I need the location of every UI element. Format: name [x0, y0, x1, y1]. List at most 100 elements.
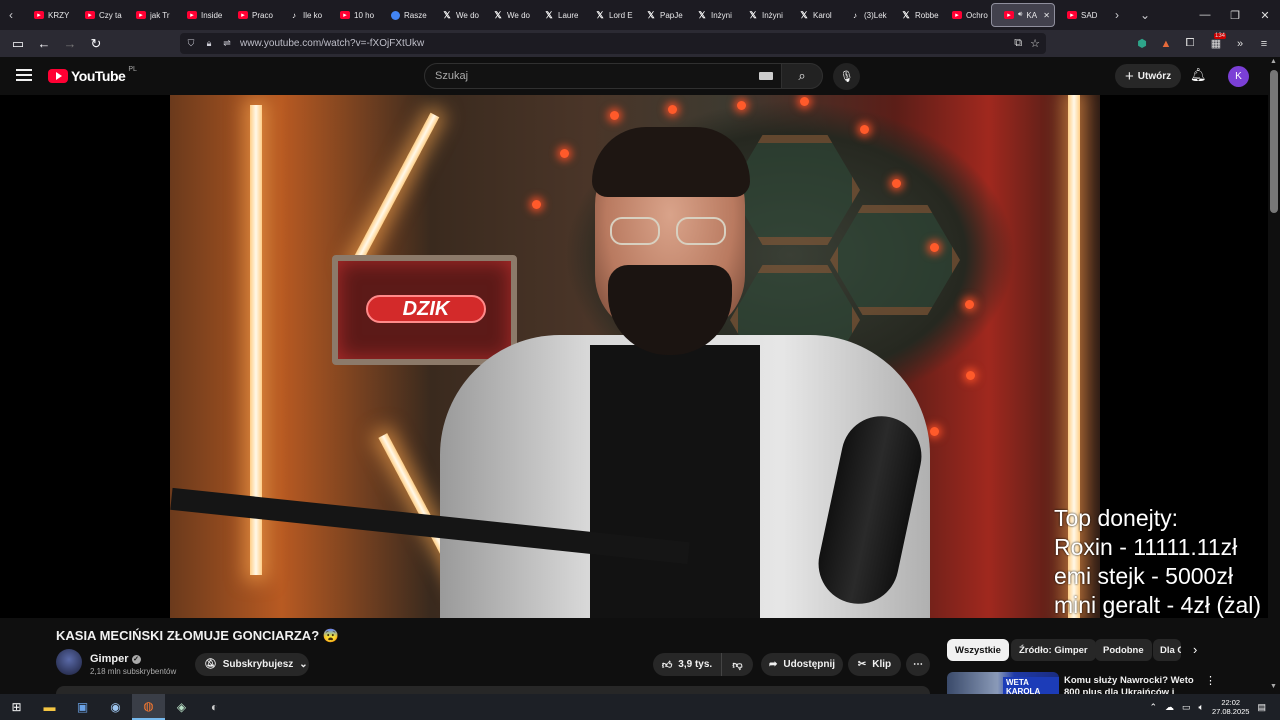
- guide-menu-icon[interactable]: [16, 69, 32, 81]
- tracking-shield-icon[interactable]: ⛉: [184, 37, 198, 51]
- channel-avatar[interactable]: [56, 649, 82, 675]
- extensions-puzzle-icon[interactable]: ⧠: [1180, 33, 1200, 54]
- steam-icon[interactable]: ◉: [99, 694, 132, 720]
- youtube-icon: ▸: [136, 11, 146, 19]
- browser-tab[interactable]: 𝕏 PapJe: [634, 3, 685, 27]
- scroll-up-arrow-icon[interactable]: ▲: [1270, 58, 1277, 65]
- firefox-icon[interactable]: ◍: [132, 694, 165, 720]
- video-player[interactable]: DZIK Top donejty: Roxin - 11111.11zł emi…: [0, 95, 1268, 618]
- tray-chevron-icon[interactable]: ⌃: [1149, 702, 1157, 713]
- browser-tab[interactable]: 𝕏 Inżyni: [736, 3, 787, 27]
- lock-icon[interactable]: 🔒︎: [202, 37, 216, 51]
- recommended-video[interactable]: WETA KAROLA Komu służy Nawrocki? Weto 80…: [947, 672, 1257, 694]
- description-box[interactable]: [56, 686, 930, 694]
- browser-tab[interactable]: ▸ Inside: [175, 3, 226, 27]
- channel-name-link[interactable]: Gimper ✓: [90, 653, 141, 665]
- sidebar-toggle-icon[interactable]: ▭: [6, 32, 30, 56]
- channel-name: Gimper: [90, 653, 129, 665]
- browser-tab[interactable]: ▸ jak Tr: [124, 3, 175, 27]
- chip-source-gimper[interactable]: Źródło: Gimper: [1011, 639, 1096, 661]
- create-button[interactable]: + Utwórz: [1115, 64, 1182, 88]
- chip-related[interactable]: Podobne: [1095, 639, 1152, 661]
- notifications-icon[interactable]: ▤: [1257, 702, 1266, 713]
- youtube-logo[interactable]: YouTube PL: [48, 66, 137, 84]
- browser-tab[interactable]: 𝕏 Lord E: [583, 3, 634, 27]
- clip-button[interactable]: ✂ Klip: [848, 653, 901, 676]
- search-input[interactable]: Szukaj: [424, 63, 786, 89]
- permissions-icon[interactable]: ⇌: [220, 37, 234, 51]
- onedrive-icon[interactable]: ☁: [1165, 702, 1174, 713]
- video-frame[interactable]: DZIK: [170, 95, 1100, 618]
- browser-tab[interactable]: ▸ Czy ta: [73, 3, 124, 27]
- picture-in-picture-icon[interactable]: ⧉: [1014, 37, 1022, 50]
- scrollbar-thumb[interactable]: [1270, 70, 1278, 213]
- clock[interactable]: 22:02 27.08.2025: [1212, 698, 1250, 716]
- browser-tab[interactable]: 𝕏 Laure: [532, 3, 583, 27]
- red-led: [930, 243, 939, 252]
- share-button[interactable]: ➦ Udostępnij: [761, 653, 843, 676]
- search-button[interactable]: ⌕: [781, 63, 823, 89]
- restore-icon[interactable]: ❐: [1220, 0, 1250, 30]
- app-icon[interactable]: ◐: [198, 694, 231, 720]
- browser-tab[interactable]: ♪ Ile ko: [277, 3, 328, 27]
- tab-scroll-right-icon[interactable]: ›: [1106, 0, 1128, 30]
- tab-label: KRZY: [48, 10, 70, 20]
- more-vertical-icon[interactable]: ⋮: [1205, 674, 1216, 687]
- browser-tab[interactable]: ▸ 10 ho: [328, 3, 379, 27]
- app-icon[interactable]: ▣: [66, 694, 99, 720]
- more-actions-button[interactable]: ⋯: [906, 653, 930, 676]
- forward-icon[interactable]: →: [58, 32, 82, 56]
- extension-badge-icon[interactable]: 134 ▦: [1206, 33, 1226, 54]
- list-all-tabs-icon[interactable]: ⌄: [1134, 0, 1156, 30]
- back-icon[interactable]: ←: [32, 32, 56, 56]
- bookmark-star-icon[interactable]: ☆: [1030, 37, 1040, 50]
- tab-label: Robbe: [915, 10, 939, 20]
- notifications-bell-icon[interactable]: 🔔︎: [1190, 67, 1207, 83]
- overflow-chevron-icon[interactable]: »: [1230, 33, 1250, 54]
- chips-next-chevron-icon[interactable]: ›: [1193, 642, 1197, 657]
- keyboard-icon[interactable]: [759, 72, 773, 80]
- extension-fox-icon[interactable]: ▲: [1156, 33, 1176, 54]
- minimize-icon[interactable]: —: [1190, 0, 1220, 30]
- browser-tab[interactable]: ▸ SAD: [1055, 3, 1106, 27]
- browser-tab[interactable]: 𝕏 We do: [481, 3, 532, 27]
- extension-shield-icon[interactable]: ⬢: [1132, 33, 1152, 54]
- reload-icon[interactable]: ↻: [84, 32, 108, 56]
- scroll-down-arrow-icon[interactable]: ▼: [1270, 683, 1277, 690]
- close-window-icon[interactable]: ✕: [1250, 0, 1280, 30]
- app-icon[interactable]: ◈: [165, 694, 198, 720]
- browser-tab[interactable]: ♪ (3)Lek: [838, 3, 889, 27]
- youtube-icon: ▸: [1067, 11, 1077, 19]
- browser-tab[interactable]: ▸ 🔊︎ KA ✕: [991, 3, 1055, 27]
- browser-tab[interactable]: ▸ Praco: [226, 3, 277, 27]
- chip-for-you[interactable]: Dla Ciebie: [1153, 639, 1181, 661]
- volume-icon[interactable]: 🔈︎: [1199, 702, 1204, 713]
- windows-start-icon[interactable]: ⊞: [0, 694, 33, 720]
- close-tab-icon[interactable]: ✕: [1043, 11, 1054, 20]
- browser-tab[interactable]: 𝕏 Inżyni: [685, 3, 736, 27]
- file-explorer-icon[interactable]: ▬: [33, 694, 66, 720]
- voice-search-button[interactable]: 🎙︎: [833, 63, 860, 90]
- tiktok-icon: ♪: [292, 10, 296, 20]
- recommended-title[interactable]: Komu służy Nawrocki? Weto 800 plus dla U…: [1064, 675, 1194, 694]
- account-avatar[interactable]: K: [1228, 66, 1249, 87]
- tab-label: (3)Lek: [864, 10, 887, 20]
- subscribed-button[interactable]: 🔕︎ Subskrybujesz ⌄: [195, 653, 309, 676]
- browser-tab[interactable]: 𝕏 Karol: [787, 3, 838, 27]
- address-bar[interactable]: ⛉ 🔒︎ ⇌ www.youtube.com/watch?v=-fXOjFXtU…: [180, 33, 1046, 54]
- like-button[interactable]: 👍︎ 3,9 tys.: [653, 653, 721, 676]
- dislike-button[interactable]: 👎︎: [721, 653, 753, 676]
- browser-tab[interactable]: 𝕏 We do: [430, 3, 481, 27]
- network-icon[interactable]: ▭: [1182, 702, 1191, 713]
- url-text[interactable]: www.youtube.com/watch?v=-fXOjFXtUkw: [240, 38, 424, 49]
- audio-playing-icon[interactable]: 🔊︎: [1018, 11, 1022, 19]
- browser-tab[interactable]: 𝕏 Robbe: [889, 3, 940, 27]
- app-menu-icon[interactable]: ≡: [1254, 33, 1274, 54]
- browser-tab[interactable]: ▸ KRZY: [22, 3, 73, 27]
- tab-scroll-left-icon[interactable]: ‹: [0, 0, 22, 30]
- recommended-thumbnail[interactable]: WETA KAROLA: [947, 672, 1059, 694]
- browser-tab[interactable]: Rasze: [379, 3, 430, 27]
- chip-all[interactable]: Wszystkie: [947, 639, 1009, 661]
- tab-label: Rasze: [404, 10, 427, 20]
- browser-tab[interactable]: ▸ Ochro: [940, 3, 991, 27]
